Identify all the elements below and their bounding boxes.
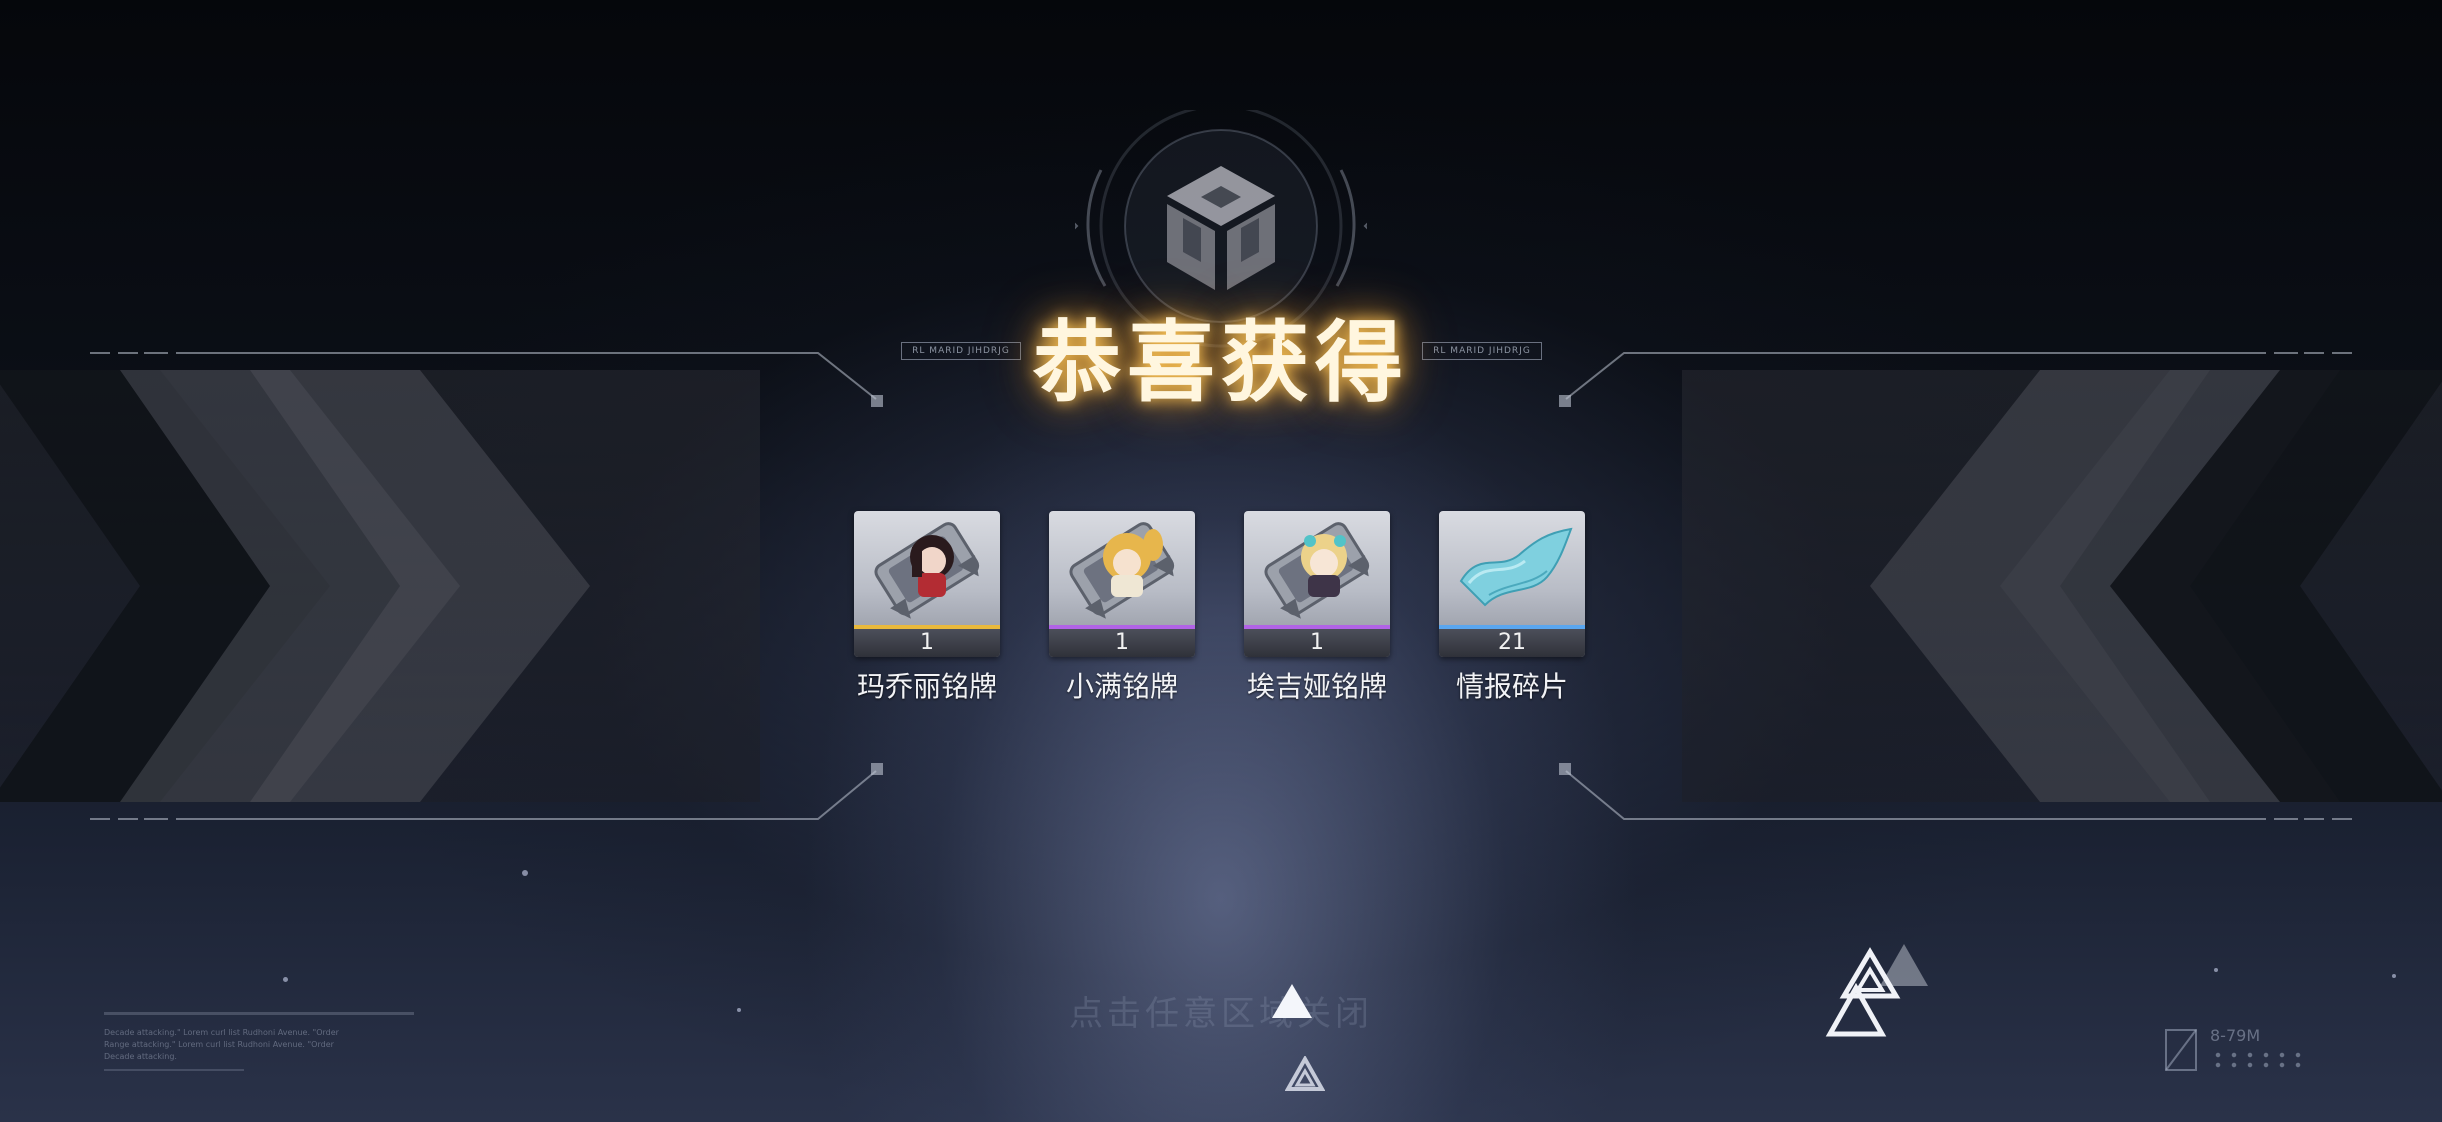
sparkle	[2392, 974, 2396, 978]
sparkle	[283, 977, 288, 982]
reward-card[interactable]: 1	[854, 511, 1000, 657]
reward-count: 1	[1049, 629, 1195, 657]
log-text-block: Decade attacking." Lorem curl list Rudho…	[104, 1012, 424, 1072]
nameplate-aegia-icon	[1244, 511, 1390, 625]
sparkle	[2214, 968, 2218, 972]
dot-grid	[2210, 1050, 2310, 1070]
reward-name: 小满铭牌	[1065, 670, 1178, 703]
nameplate-marjorie-icon	[854, 511, 1000, 625]
sparkle	[737, 1008, 741, 1012]
reward-count: 1	[854, 629, 1000, 657]
log-line: Decade attacking.	[104, 1052, 177, 1061]
reward-item[interactable]: 1 小满铭牌	[1049, 511, 1195, 705]
reward-item[interactable]: 21 情报碎片	[1439, 511, 1585, 705]
map-marker-icon	[2165, 1029, 2197, 1071]
reward-count: 21	[1439, 629, 1585, 657]
reward-card[interactable]: 1	[1244, 511, 1390, 657]
reward-name: 玛乔丽铭牌	[856, 670, 997, 703]
nameplate-xiaoman-icon	[1049, 511, 1195, 625]
reward-list: 1 玛乔丽铭牌 1 小满铭牌 1 埃吉娅铭牌 21 情报碎片	[854, 511, 1585, 705]
intel-fragment-icon	[1439, 511, 1585, 625]
reward-screen[interactable]: RL MARID JIHDRJG RL MARID JIHDRJG 恭喜获得 1…	[0, 0, 2442, 1122]
log-line: Range attacking." Lorem curl list Rudhon…	[104, 1040, 334, 1049]
reward-name: 埃吉娅铭牌	[1246, 670, 1387, 703]
log-line: Decade attacking." Lorem curl list Rudho…	[104, 1028, 339, 1037]
sparkle	[522, 870, 528, 876]
small-triangle-icon	[1284, 1054, 1326, 1096]
triangle-cluster-icon	[1820, 940, 1940, 1044]
reward-card[interactable]: 21	[1439, 511, 1585, 657]
reward-name: 情报碎片	[1455, 670, 1568, 703]
coordinate-readout: 8-79M	[2164, 1026, 2324, 1074]
coordinate-text: 8-79M	[2210, 1026, 2261, 1045]
reward-title: 恭喜获得	[1032, 310, 1409, 414]
reward-count: 1	[1244, 629, 1390, 657]
up-arrow-icon	[1270, 982, 1314, 1024]
reward-item[interactable]: 1 玛乔丽铭牌	[854, 511, 1000, 705]
reward-card[interactable]: 1	[1049, 511, 1195, 657]
reward-item[interactable]: 1 埃吉娅铭牌	[1244, 511, 1390, 705]
